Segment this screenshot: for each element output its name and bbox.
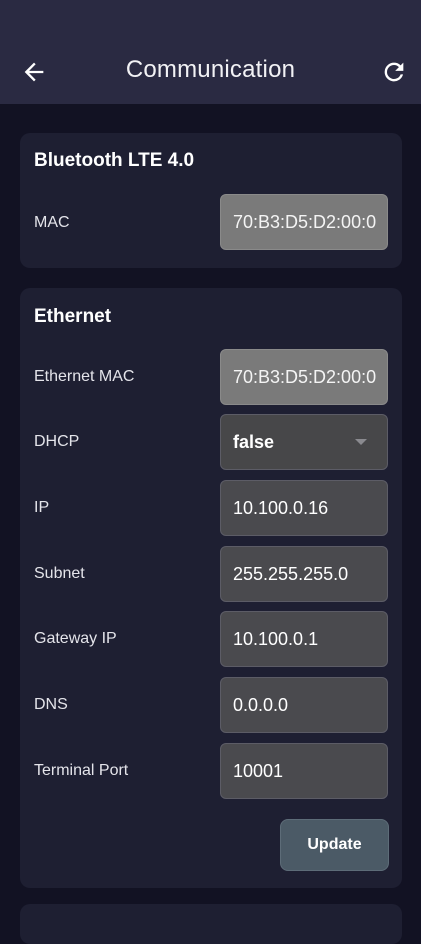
terminal-port-input[interactable]: 10001	[220, 743, 388, 799]
gateway-ip-value: 10.100.0.1	[233, 628, 319, 649]
subnet-label: Subnet	[34, 565, 85, 582]
gateway-ip-input[interactable]: 10.100.0.1	[220, 611, 388, 667]
ip-value: 10.100.0.16	[233, 497, 329, 518]
dhcp-select[interactable]: false	[220, 414, 388, 470]
terminal-port-label: Terminal Port	[34, 762, 129, 779]
bluetooth-mac-label: MAC	[34, 214, 70, 231]
ethernet-mac-value: 70:B3:D5:D2:00:0	[233, 366, 377, 387]
ip-label: IP	[34, 499, 50, 516]
dns-input[interactable]: 0.0.0.0	[220, 677, 388, 733]
dns-value: 0.0.0.0	[233, 694, 289, 715]
dhcp-label: DHCP	[34, 433, 80, 450]
subnet-input[interactable]: 255.255.255.0	[220, 546, 388, 602]
ethernet-mac-label: Ethernet MAC	[34, 368, 135, 385]
dns-label: DNS	[34, 696, 68, 713]
ethernet-mac-field: 70:B3:D5:D2:00:0	[220, 349, 388, 405]
ethernet-card: Ethernet Ethernet MAC 70:B3:D5:D2:00:0 D…	[20, 288, 402, 888]
update-button[interactable]: Update	[280, 819, 389, 871]
chevron-down-icon	[355, 439, 367, 445]
page-title: Communication	[125, 56, 296, 83]
bluetooth-card: Bluetooth LTE 4.0 MAC 70:B3:D5:D2:00:0	[20, 133, 402, 268]
next-card	[20, 904, 402, 944]
bluetooth-mac-value: 70:B3:D5:D2:00:0	[233, 211, 377, 232]
ethernet-card-title: Ethernet	[34, 306, 112, 327]
app-bar: Communication	[0, 0, 421, 104]
subnet-value: 255.255.255.0	[233, 563, 349, 584]
terminal-port-value: 10001	[233, 760, 284, 781]
dhcp-value: false	[233, 431, 275, 452]
gateway-ip-label: Gateway IP	[34, 630, 117, 647]
bluetooth-card-title: Bluetooth LTE 4.0	[34, 150, 195, 171]
ip-input[interactable]: 10.100.0.16	[220, 480, 388, 536]
refresh-icon[interactable]	[380, 58, 408, 86]
bluetooth-mac-field: 70:B3:D5:D2:00:0	[220, 194, 388, 250]
